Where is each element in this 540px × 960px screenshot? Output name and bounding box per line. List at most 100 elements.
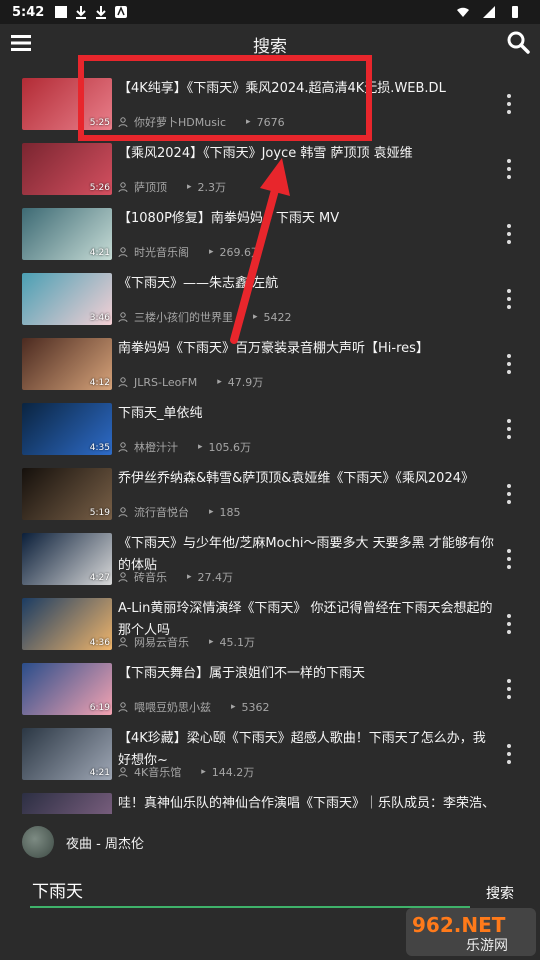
more-options-icon[interactable]	[506, 419, 512, 439]
item-meta: 4K音乐馆 ▸ 144.2万	[118, 764, 254, 780]
now-playing-title: 夜曲 - 周杰伦	[66, 836, 144, 852]
notification-square-icon	[55, 6, 68, 18]
more-options-icon[interactable]	[506, 354, 512, 374]
list-item[interactable]: 4:27 《下雨天》与少年他/芝麻Mochi～雨要多大 天要多黑 才能够有你的体贴…	[0, 527, 540, 592]
album-art[interactable]	[22, 826, 54, 858]
item-meta: 萨顶顶 ▸ 2.3万	[118, 179, 226, 195]
duration-label: 4:35	[89, 443, 110, 453]
item-meta: 林橙汁汁 ▸ 105.6万	[118, 439, 251, 455]
item-meta: 砖音乐 ▸ 27.4万	[118, 569, 233, 585]
user-icon	[118, 442, 128, 452]
author-name: 林橙汁汁	[134, 441, 178, 454]
item-title: 乔伊丝乔纳森&韩雪&萨顶顶&袁娅维《下雨天》《乘风2024》	[118, 471, 474, 486]
more-options-icon[interactable]	[506, 224, 512, 244]
svg-text:乐游网: 乐游网	[466, 938, 508, 954]
item-title: 南拳妈妈《下雨天》百万豪装录音棚大声听【Hi-res】	[118, 341, 429, 356]
more-options-icon[interactable]	[506, 744, 512, 764]
user-icon	[118, 507, 128, 517]
search-input[interactable]: 下雨天	[30, 878, 470, 908]
play-count: 45.1万	[219, 636, 256, 649]
duration-label: 5:19	[89, 508, 110, 518]
item-meta: 喂喂豆奶思小兹 ▸ 5362	[118, 699, 270, 715]
play-count-icon: ▸	[187, 182, 192, 192]
battery-icon	[512, 6, 518, 18]
list-item[interactable]: 5:19 乔伊丝乔纳森&韩雪&萨顶顶&袁娅维《下雨天》《乘风2024》流行音悦台 ▸…	[0, 462, 540, 527]
video-thumbnail[interactable]	[22, 793, 112, 814]
duration-label: 6:19	[89, 703, 110, 713]
play-count-icon: ▸	[198, 442, 203, 452]
author-name: 网易云音乐	[134, 636, 189, 649]
list-item[interactable]: 4:21 【4K珍藏】梁心颐《下雨天》超感人歌曲！下雨天了怎么办，我好想你~ 4K音…	[0, 722, 540, 787]
author-name: 时光音乐阁	[134, 246, 189, 259]
video-thumbnail[interactable]: 4:36	[22, 598, 112, 650]
page-title: 搜索	[253, 36, 287, 57]
more-options-icon[interactable]	[506, 159, 512, 179]
video-thumbnail[interactable]: 4:21	[22, 728, 112, 780]
menu-icon[interactable]	[10, 32, 32, 54]
video-thumbnail[interactable]: 3:46	[22, 273, 112, 325]
signal-icon	[483, 6, 495, 18]
item-meta: JLRS-LeoFM ▸ 47.9万	[118, 374, 263, 390]
play-count-icon: ▸	[209, 247, 214, 257]
now-playing-bar[interactable]: 夜曲 - 周杰伦	[0, 814, 540, 870]
more-options-icon[interactable]	[506, 94, 512, 114]
play-count: 144.2万	[211, 766, 255, 779]
author-name: 流行音悦台	[134, 506, 189, 519]
list-item[interactable]: 4:35 下雨天_单依纯 林橙汁汁 ▸ 105.6万	[0, 397, 540, 462]
search-button[interactable]: 搜索	[486, 883, 514, 903]
video-thumbnail[interactable]: 5:19	[22, 468, 112, 520]
duration-label: 4:36	[89, 638, 110, 648]
user-icon	[118, 572, 128, 582]
more-options-icon[interactable]	[506, 679, 512, 699]
video-thumbnail[interactable]: 4:21	[22, 208, 112, 260]
more-options-icon[interactable]	[506, 289, 512, 309]
status-time: 5:42	[12, 4, 45, 20]
user-icon	[118, 247, 128, 257]
user-icon	[118, 312, 128, 322]
video-thumbnail[interactable]: 5:26	[22, 143, 112, 195]
play-count-icon: ▸	[209, 637, 214, 647]
video-thumbnail[interactable]: 6:19	[22, 663, 112, 715]
app-notification-icon	[115, 6, 128, 18]
duration-label: 5:26	[89, 183, 110, 193]
item-title: 【下雨天舞台】属于浪姐们不一样的下雨天	[118, 666, 366, 681]
user-icon	[118, 377, 128, 387]
annotation-arrow-icon	[230, 158, 290, 344]
author-name: 4K音乐馆	[134, 766, 182, 779]
annotation-highlight-box	[78, 55, 372, 141]
play-count: 185	[219, 505, 241, 519]
item-meta: 流行音悦台 ▸ 185	[118, 504, 241, 520]
user-icon	[118, 767, 128, 777]
list-item[interactable]: 哇！真神仙乐队的神仙合作演唱《下雨天》｜乐队成员：李荣浩、汪苏泷、张韶涵、薛之谦…	[0, 787, 540, 814]
user-icon	[118, 637, 128, 647]
play-count-icon: ▸	[231, 702, 236, 712]
svg-text:962.NET: 962.NET	[412, 913, 506, 937]
list-item[interactable]: 6:19 【下雨天舞台】属于浪姐们不一样的下雨天喂喂豆奶思小兹 ▸ 5362	[0, 657, 540, 722]
video-thumbnail[interactable]: 4:12	[22, 338, 112, 390]
item-title: 【乘风2024】《下雨天》Joyce 韩雪 萨顶顶 袁娅维	[118, 146, 413, 161]
user-icon	[118, 182, 128, 192]
duration-label: 4:12	[89, 378, 110, 388]
list-item[interactable]: 4:36 A-Lin黄丽玲深情演绎《下雨天》 你还记得曾经在下雨天会想起的那个人吗…	[0, 592, 540, 657]
play-count: 47.9万	[227, 376, 264, 389]
status-bar: 5:42	[0, 0, 540, 24]
duration-label: 4:21	[89, 248, 110, 258]
more-options-icon[interactable]	[506, 484, 512, 504]
more-options-icon[interactable]	[506, 549, 512, 569]
video-thumbnail[interactable]: 4:35	[22, 403, 112, 455]
author-name: 萨顶顶	[134, 181, 167, 194]
author-name: JLRS-LeoFM	[134, 375, 198, 389]
duration-label: 4:21	[89, 768, 110, 778]
video-thumbnail[interactable]: 4:27	[22, 533, 112, 585]
play-count: 5362	[241, 700, 270, 714]
download-icon	[96, 6, 107, 19]
play-count-icon: ▸	[187, 572, 192, 582]
author-name: 喂喂豆奶思小兹	[134, 701, 211, 714]
search-icon[interactable]	[506, 30, 530, 54]
play-count-icon: ▸	[209, 507, 214, 517]
wifi-icon	[457, 7, 469, 17]
item-title: 哇！真神仙乐队的神仙合作演唱《下雨天》｜乐队成员：李荣浩、汪苏泷、张韶涵、薛之谦…	[118, 796, 496, 811]
play-count: 105.6万	[208, 441, 252, 454]
item-title: 《下雨天》——朱志鑫 左航	[118, 276, 279, 291]
more-options-icon[interactable]	[506, 614, 512, 634]
